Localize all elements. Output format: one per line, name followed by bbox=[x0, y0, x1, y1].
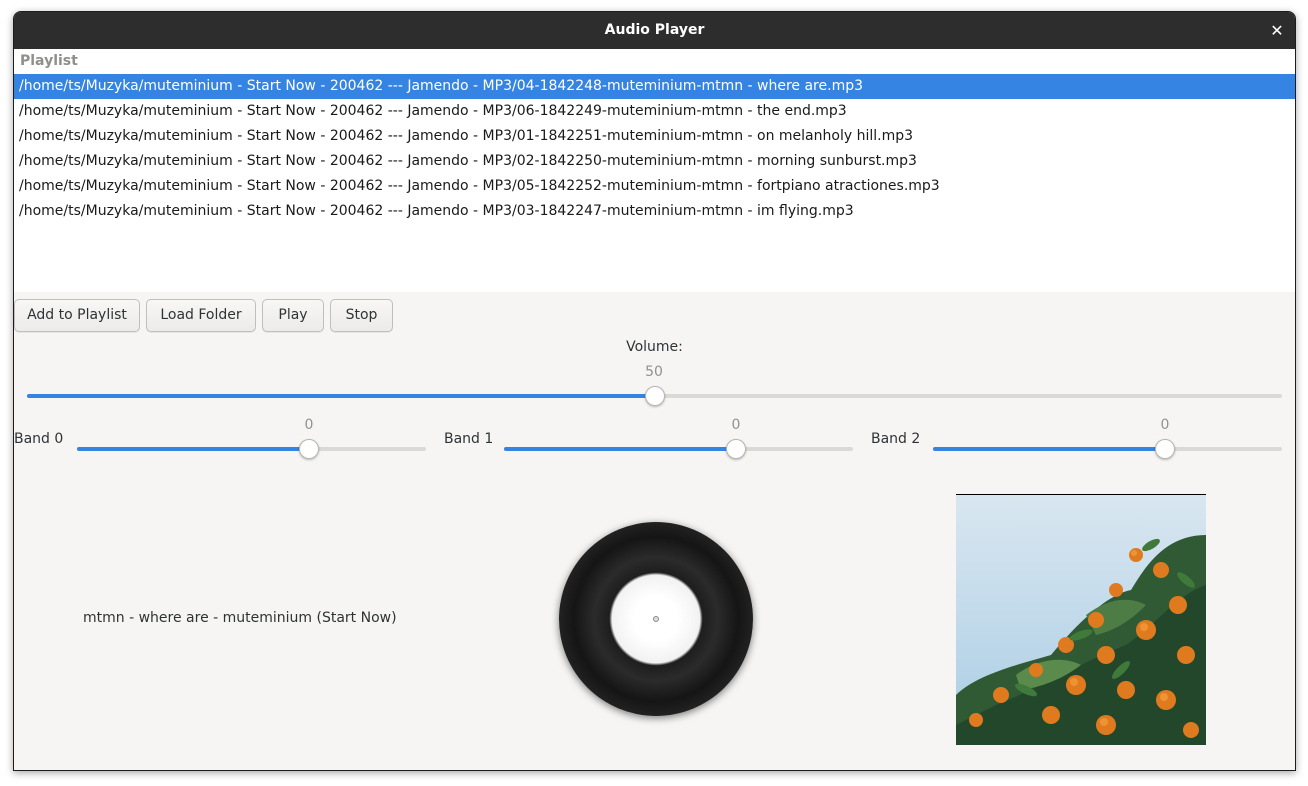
band-1-slider-fill bbox=[504, 447, 736, 451]
band-1-slider[interactable] bbox=[504, 439, 853, 459]
playlist[interactable]: Playlist /home/ts/Muzyka/muteminium - St… bbox=[14, 49, 1295, 292]
now-playing-label: mtmn - where are - muteminium (Start Now… bbox=[83, 610, 397, 626]
album-cover-image bbox=[956, 494, 1206, 745]
app-window: Audio Player ✕ Playlist /home/ts/Muzyka/… bbox=[13, 11, 1296, 771]
band-2-slider-handle[interactable] bbox=[1155, 439, 1175, 459]
band-2-slider-fill bbox=[933, 447, 1165, 451]
vinyl-record-icon bbox=[559, 522, 753, 716]
band-1-label: Band 1 bbox=[444, 431, 494, 447]
band-1-value: 0 bbox=[731, 417, 741, 433]
volume-label: Volume: bbox=[626, 339, 683, 355]
close-icon[interactable]: ✕ bbox=[1267, 21, 1287, 41]
band-0-slider[interactable] bbox=[77, 439, 426, 459]
playlist-row[interactable]: /home/ts/Muzyka/muteminium - Start Now -… bbox=[14, 124, 1295, 149]
vinyl-spindle-hole bbox=[653, 616, 659, 622]
volume-value: 50 bbox=[645, 364, 663, 380]
volume-slider-fill bbox=[27, 394, 655, 398]
playlist-row[interactable]: /home/ts/Muzyka/muteminium - Start Now -… bbox=[14, 199, 1295, 224]
band-0-slider-fill bbox=[77, 447, 309, 451]
volume-slider[interactable] bbox=[27, 386, 1282, 406]
load-folder-button[interactable]: Load Folder bbox=[146, 299, 256, 332]
band-1-slider-handle[interactable] bbox=[726, 439, 746, 459]
band-2-slider[interactable] bbox=[933, 439, 1282, 459]
playlist-header[interactable]: Playlist bbox=[20, 49, 78, 74]
add-to-playlist-button[interactable]: Add to Playlist bbox=[14, 299, 140, 332]
titlebar[interactable]: Audio Player ✕ bbox=[14, 12, 1295, 49]
volume-slider-handle[interactable] bbox=[645, 386, 665, 406]
album-cover-art bbox=[956, 535, 1206, 745]
band-0-slider-handle[interactable] bbox=[299, 439, 319, 459]
band-2-value: 0 bbox=[1160, 417, 1170, 433]
playlist-row[interactable]: /home/ts/Muzyka/muteminium - Start Now -… bbox=[14, 174, 1295, 199]
stop-button[interactable]: Stop bbox=[330, 299, 393, 332]
band-0-label: Band 0 bbox=[14, 431, 64, 447]
playlist-row[interactable]: /home/ts/Muzyka/muteminium - Start Now -… bbox=[14, 99, 1295, 124]
band-2-label: Band 2 bbox=[871, 431, 921, 447]
playlist-rows: /home/ts/Muzyka/muteminium - Start Now -… bbox=[14, 74, 1295, 224]
play-button[interactable]: Play bbox=[262, 299, 324, 332]
band-0-value: 0 bbox=[304, 417, 314, 433]
playlist-row[interactable]: /home/ts/Muzyka/muteminium - Start Now -… bbox=[14, 74, 1295, 99]
window-title: Audio Player bbox=[604, 22, 705, 38]
playlist-row[interactable]: /home/ts/Muzyka/muteminium - Start Now -… bbox=[14, 149, 1295, 174]
